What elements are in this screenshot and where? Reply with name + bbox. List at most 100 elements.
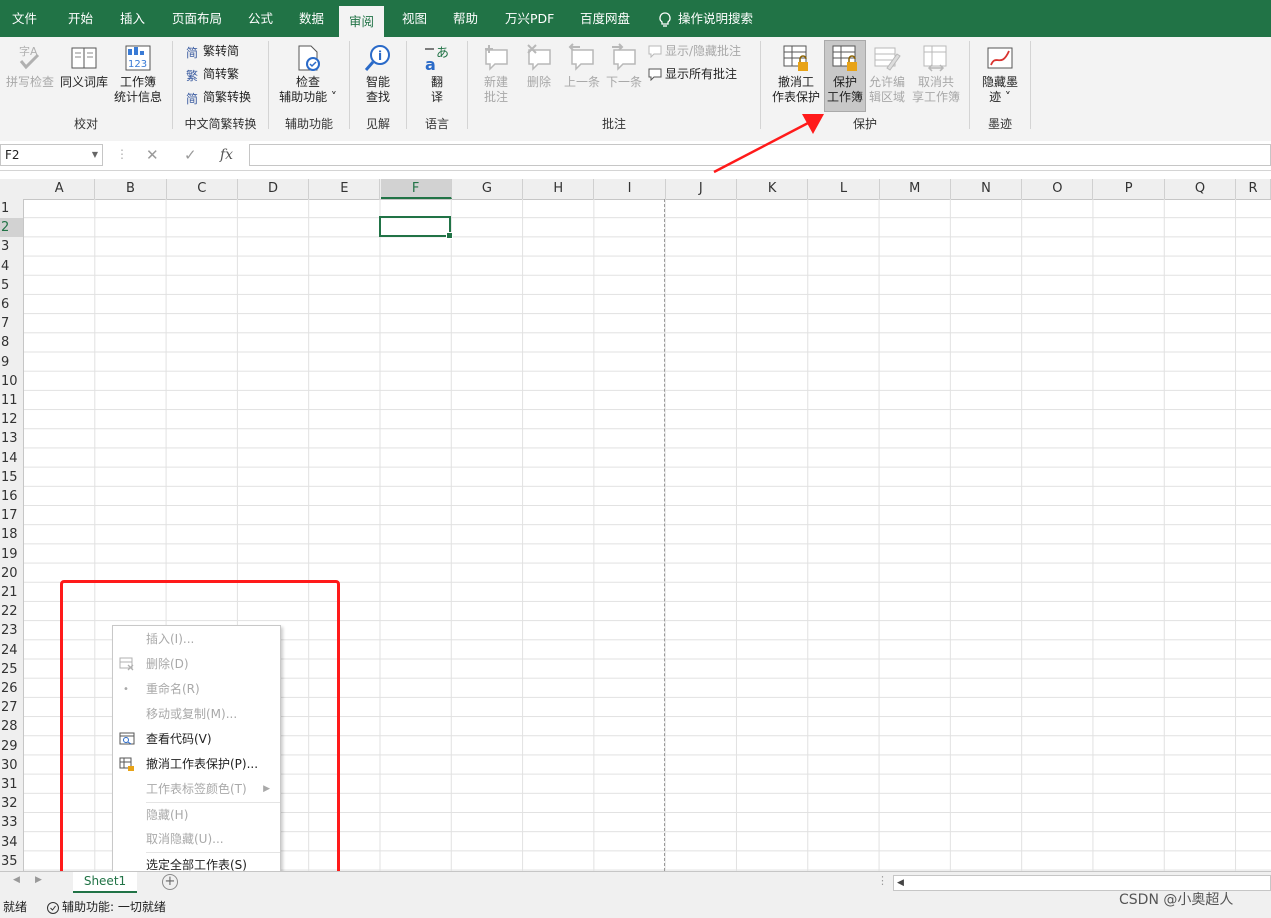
column-header-a[interactable]: A <box>24 179 96 199</box>
column-header-o[interactable]: O <box>1022 179 1094 199</box>
accessibility-status[interactable]: 辅助功能: 一切就绪 <box>46 898 166 915</box>
new-comment-button[interactable]: 新建 批注 <box>476 43 516 105</box>
column-header-g[interactable]: G <box>452 179 524 199</box>
row-header-7[interactable]: 7 <box>0 314 23 333</box>
row-header-13[interactable]: 13 <box>0 429 23 448</box>
row-header-21[interactable]: 21 <box>0 583 23 602</box>
next-comment-button[interactable]: 下一条 <box>604 43 644 90</box>
tab-file[interactable]: 文件 <box>12 0 37 37</box>
tab-help[interactable]: 帮助 <box>453 0 478 37</box>
column-header-h[interactable]: H <box>523 179 595 199</box>
tab-formulas[interactable]: 公式 <box>248 0 273 37</box>
row-header-2[interactable]: 2 <box>0 218 23 238</box>
row-header-3[interactable]: 3 <box>0 237 23 256</box>
scroll-tabs-left-icon[interactable]: ◀ <box>13 875 20 885</box>
column-header-l[interactable]: L <box>808 179 880 199</box>
column-header-n[interactable]: N <box>951 179 1023 199</box>
row-header-11[interactable]: 11 <box>0 391 23 410</box>
column-header-m[interactable]: M <box>880 179 951 199</box>
chevron-down-icon[interactable]: ▼ <box>92 145 98 165</box>
row-header-25[interactable]: 25 <box>0 660 23 679</box>
row-header-35[interactable]: 35 <box>0 852 23 871</box>
spell-check-button[interactable]: 字A 拼写检查 <box>4 43 56 90</box>
row-header-29[interactable]: 29 <box>0 737 23 756</box>
row-header-15[interactable]: 15 <box>0 468 23 487</box>
column-header-e[interactable]: E <box>309 179 381 199</box>
column-header-c[interactable]: C <box>167 179 238 199</box>
tell-me-search[interactable]: 操作说明搜索 <box>658 0 753 37</box>
tab-wondershare-pdf[interactable]: 万兴PDF <box>505 0 554 37</box>
previous-comment-button[interactable]: 上一条 <box>562 43 602 90</box>
column-header-p[interactable]: P <box>1094 179 1165 199</box>
delete-comment-button[interactable]: 删除 <box>520 43 558 90</box>
row-header-23[interactable]: 23 <box>0 621 23 640</box>
row-header-17[interactable]: 17 <box>0 506 23 525</box>
simplified-to-traditional-button[interactable]: 繁简转繁 <box>186 66 239 83</box>
smart-lookup-button[interactable]: i 智能 查找 <box>358 43 398 105</box>
row-header-31[interactable]: 31 <box>0 775 23 794</box>
check-icon[interactable]: ✓ <box>184 144 197 166</box>
row-header-19[interactable]: 19 <box>0 545 23 564</box>
check-accessibility-button[interactable]: 检查 辅助功能 ˅ <box>276 43 340 105</box>
column-header-i[interactable]: I <box>594 179 666 199</box>
row-header-32[interactable]: 32 <box>0 794 23 813</box>
column-header-q[interactable]: Q <box>1165 179 1237 199</box>
row-header-16[interactable]: 16 <box>0 487 23 506</box>
traditional-to-simplified-button[interactable]: 简繁转简 <box>186 43 239 60</box>
tab-view[interactable]: 视图 <box>402 0 427 37</box>
row-header-1[interactable]: 1 <box>0 199 23 218</box>
row-header-28[interactable]: 28 <box>0 717 23 736</box>
thesaurus-button[interactable]: 同义词库 <box>58 43 110 90</box>
hide-ink-button[interactable]: 隐藏墨 迹 ˅ <box>978 43 1022 105</box>
scroll-tabs-right-icon[interactable]: ▶ <box>35 875 42 885</box>
tab-data[interactable]: 数据 <box>299 0 324 37</box>
cancel-icon[interactable]: ✕ <box>146 144 159 166</box>
sheet-tab-sheet1[interactable]: Sheet1 <box>73 872 137 893</box>
row-header-8[interactable]: 8 <box>0 333 23 352</box>
column-header-d[interactable]: D <box>238 179 310 199</box>
scroll-left-icon[interactable]: ◀ <box>897 876 904 890</box>
translate-button[interactable]: aあ 翻 译 <box>418 43 456 105</box>
row-header-6[interactable]: 6 <box>0 295 23 314</box>
row-header-5[interactable]: 5 <box>0 276 23 295</box>
row-header-30[interactable]: 30 <box>0 756 23 775</box>
row-header-26[interactable]: 26 <box>0 679 23 698</box>
tab-insert[interactable]: 插入 <box>120 0 145 37</box>
add-sheet-button[interactable]: + <box>162 874 178 890</box>
tab-baidu-netdisk[interactable]: 百度网盘 <box>580 0 630 37</box>
row-header-24[interactable]: 24 <box>0 641 23 660</box>
column-header-r[interactable]: R <box>1236 179 1271 199</box>
tab-split-handle[interactable]: ⋮ <box>877 874 888 887</box>
workbook-stats-button[interactable]: 123 工作簿 统计信息 <box>110 43 166 105</box>
unshare-workbook-button[interactable]: 取消共 享工作簿 <box>910 43 962 105</box>
insert-function-icon[interactable]: fx <box>220 144 233 166</box>
active-cell-f2[interactable] <box>379 216 453 239</box>
row-header-34[interactable]: 34 <box>0 833 23 852</box>
row-header-27[interactable]: 27 <box>0 698 23 717</box>
fill-handle[interactable] <box>446 232 453 239</box>
drag-handle-icon[interactable]: ⋮ <box>116 147 128 161</box>
row-header-33[interactable]: 33 <box>0 813 23 832</box>
row-header-20[interactable]: 20 <box>0 564 23 583</box>
column-header-b[interactable]: B <box>95 179 167 199</box>
row-header-10[interactable]: 10 <box>0 372 23 391</box>
allow-edit-ranges-button[interactable]: 允许编 辑区域 <box>866 43 908 105</box>
show-hide-comment-button[interactable]: 显示/隐藏批注 <box>648 43 741 59</box>
row-header-4[interactable]: 4 <box>0 257 23 276</box>
column-header-f[interactable]: F <box>380 179 452 199</box>
row-header-18[interactable]: 18 <box>0 525 23 544</box>
tab-home[interactable]: 开始 <box>68 0 93 37</box>
chinese-conversion-button[interactable]: 简简繁转换 <box>186 89 251 106</box>
show-all-comments-button[interactable]: 显示所有批注 <box>648 66 737 82</box>
column-header-j[interactable]: J <box>666 179 737 199</box>
row-header-22[interactable]: 22 <box>0 602 23 621</box>
protect-workbook-button[interactable]: 保护 工作簿 <box>824 43 866 105</box>
row-header-9[interactable]: 9 <box>0 353 23 372</box>
row-header-14[interactable]: 14 <box>0 449 23 468</box>
row-header-12[interactable]: 12 <box>0 410 23 429</box>
column-header-k[interactable]: K <box>737 179 809 199</box>
tab-page-layout[interactable]: 页面布局 <box>172 0 222 37</box>
name-box[interactable]: F2 ▼ <box>0 144 103 166</box>
tab-review[interactable]: 审阅 <box>339 6 385 37</box>
unprotect-sheet-button[interactable]: 撤消工 作表保护 <box>770 43 822 105</box>
